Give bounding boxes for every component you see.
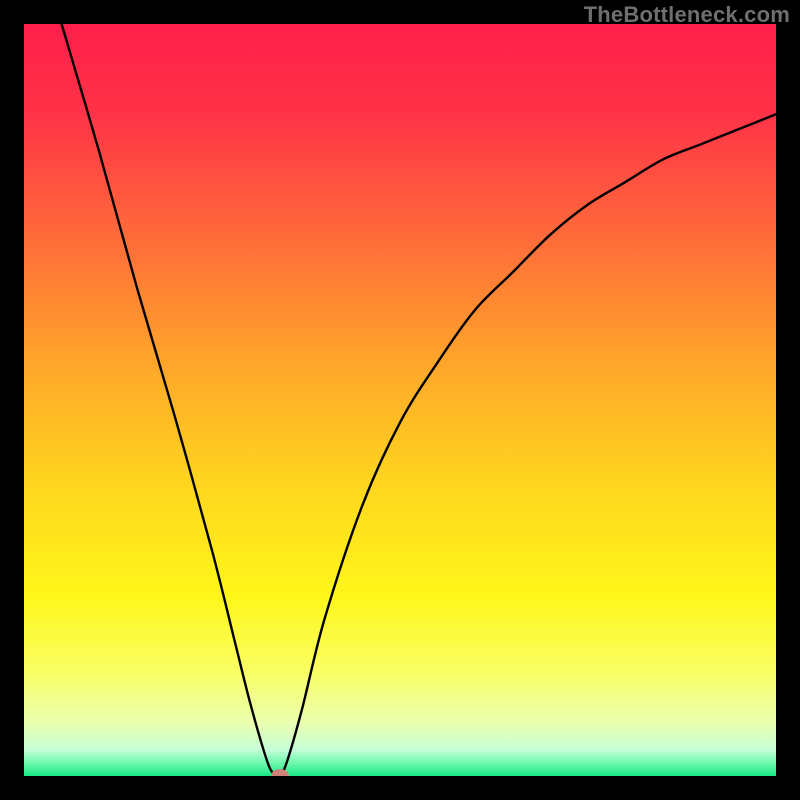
plot-area [24,24,776,776]
chart-frame: TheBottleneck.com [0,0,800,800]
bottleneck-curve [24,24,776,776]
watermark-text: TheBottleneck.com [584,2,790,28]
optimal-point-marker [271,769,289,776]
